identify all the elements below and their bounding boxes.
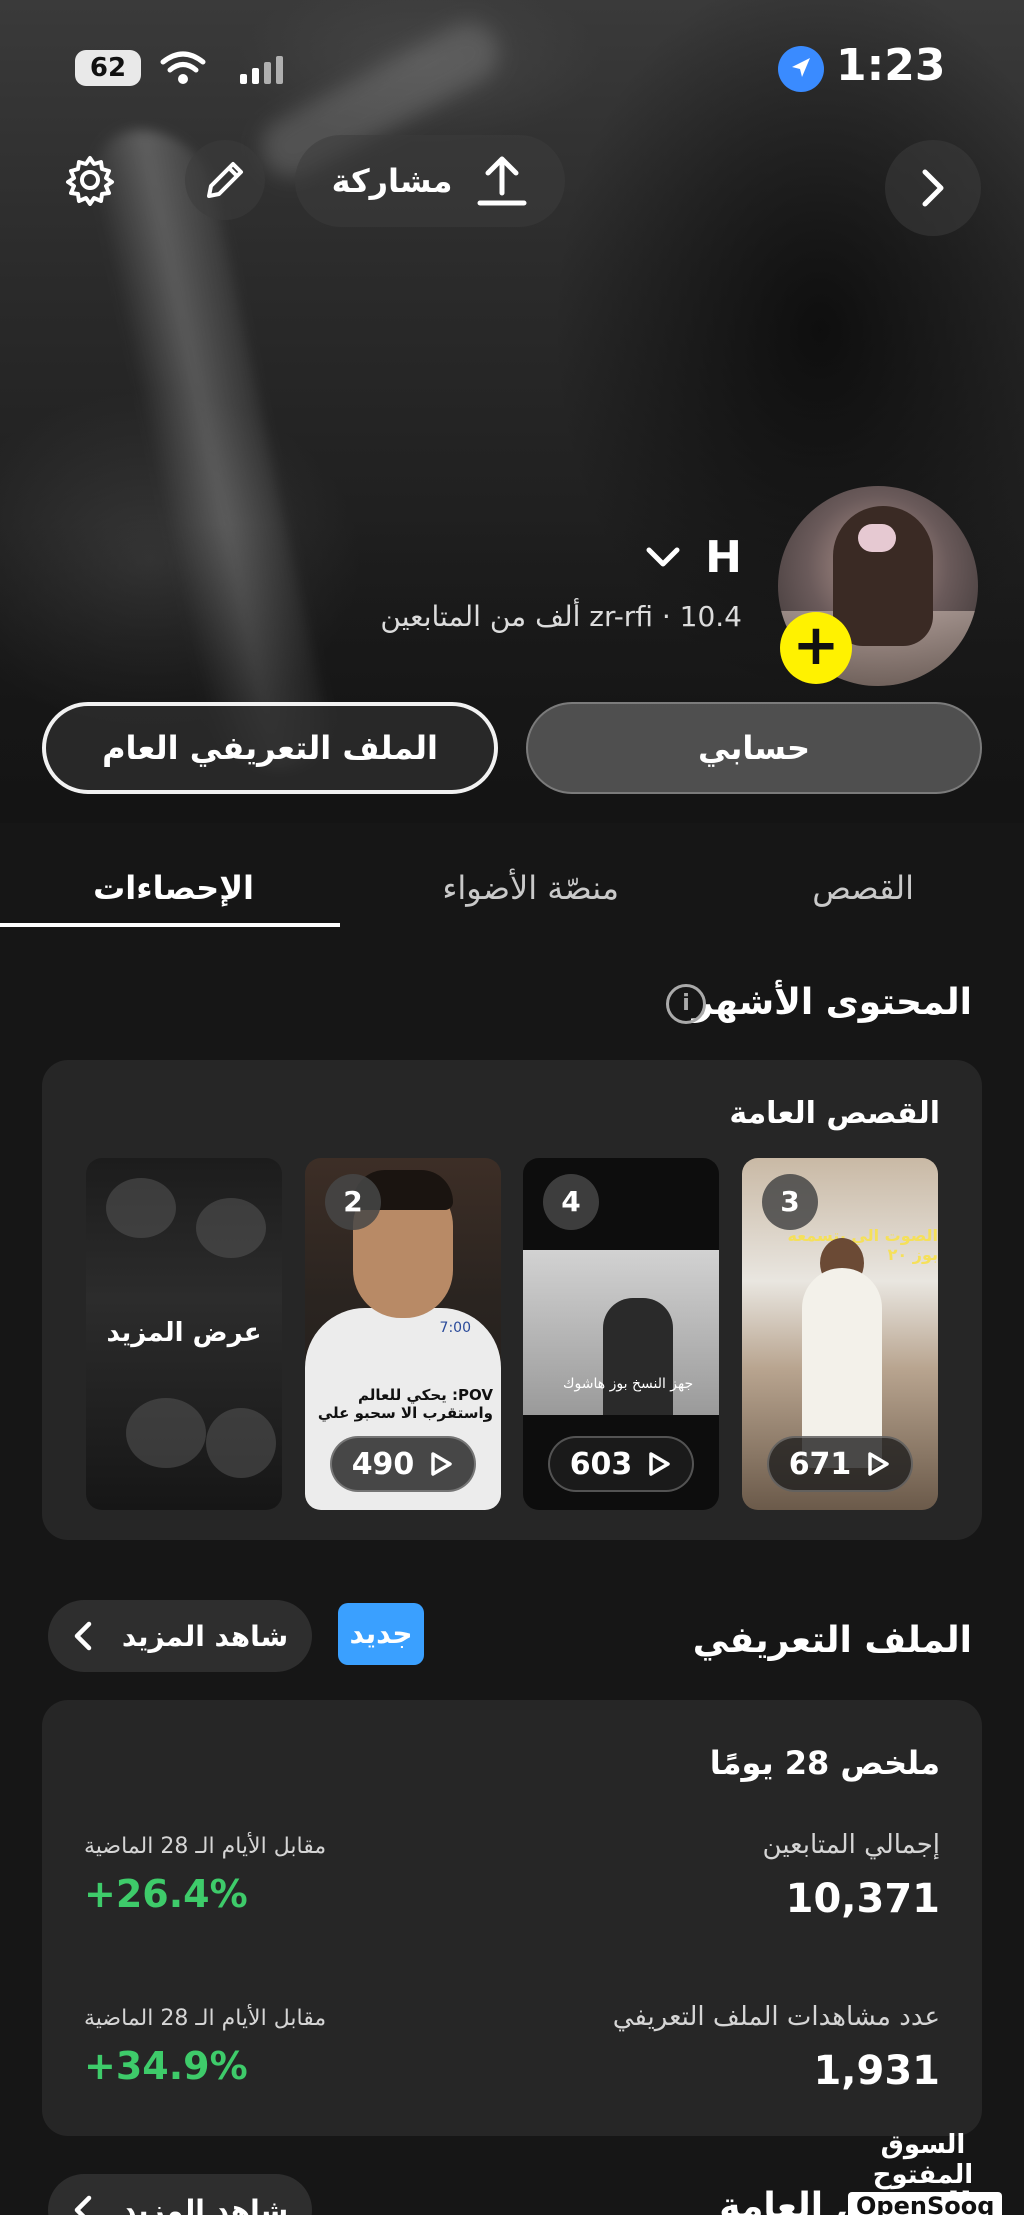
profile-name-row[interactable]: H [643, 532, 742, 583]
total-followers-label: إجمالي المتابعين [762, 1830, 940, 1860]
forward-button[interactable] [885, 140, 981, 236]
public-stories-card-title: القصص العامة [729, 1096, 940, 1131]
upload-icon [477, 156, 527, 206]
view-count: 490 [330, 1436, 476, 1492]
story-thumbnail[interactable]: 7:00 POV: يحكي للعالم واستقرب الا سحبو ع… [305, 1158, 501, 1510]
tab-insights[interactable]: الإحصاءات [93, 869, 254, 907]
wifi-icon [160, 51, 206, 84]
summary-title: ملخص 28 يومًا [709, 1744, 940, 1782]
story-thumbnail[interactable]: جهز النسخ بوز هاشوك 4 603 [523, 1158, 719, 1510]
chevron-down-icon [646, 547, 680, 566]
public-stories-see-more-button[interactable]: شاهد المزيد [48, 2174, 312, 2215]
new-badge: جديد [338, 1603, 424, 1665]
active-tab-indicator [0, 923, 340, 927]
rank-badge: 4 [543, 1174, 599, 1230]
settings-button[interactable] [50, 140, 130, 220]
profile-views-value: 1,931 [813, 2048, 940, 2094]
play-icon [649, 1452, 671, 1476]
pencil-icon [207, 162, 243, 198]
edit-button[interactable] [185, 140, 265, 220]
profile-see-more-button[interactable]: شاهد المزيد [48, 1600, 312, 1672]
profile-name: H [705, 532, 742, 583]
views-delta: +34.9% [84, 2044, 248, 2088]
chevron-left-icon [74, 2195, 92, 2215]
views-compare-label: مقابل الأيام الـ 28 الماضية [84, 2006, 327, 2031]
rank-badge: 3 [762, 1174, 818, 1230]
tab-spotlight[interactable]: منصّة الأضواء [442, 869, 619, 907]
share-label: مشاركة [331, 162, 453, 200]
location-icon [778, 46, 824, 92]
opensooq-watermark: السوق المفتوح OpenSooq [848, 2130, 1003, 2215]
profile-section-title: الملف التعريفي [692, 1620, 972, 1661]
chevron-right-icon [922, 169, 944, 207]
status-time: 1:23 [836, 40, 946, 91]
info-icon[interactable]: i [666, 984, 706, 1024]
play-icon [868, 1452, 890, 1476]
top-content-title: المحتوى الأشهر [692, 982, 972, 1023]
play-icon [431, 1452, 453, 1476]
public-profile-button[interactable]: الملف التعريفي العام [42, 702, 498, 794]
tab-stories[interactable]: القصص [812, 869, 914, 907]
followers-delta: +26.4% [84, 1872, 248, 1916]
see-more-tile[interactable]: عرض المزيد [86, 1158, 282, 1510]
battery-indicator: 62 [75, 50, 141, 86]
view-count: 603 [548, 1436, 694, 1492]
see-more-label: عرض المزيد [106, 1318, 262, 1348]
story-thumbnail[interactable]: الصوت الي يتسمعه بوز ٢٠ 3 671 [742, 1158, 938, 1510]
view-count: 671 [767, 1436, 913, 1492]
signal-icon [240, 56, 283, 84]
profile-subtitle: zr-rfi · 10.4 ألف من المتابعين [380, 600, 742, 633]
gear-icon [66, 156, 114, 206]
status-bar: 62 1:23 [0, 0, 1024, 130]
profile-views-label: عدد مشاهدات الملف التعريفي [612, 2002, 940, 2032]
share-button[interactable]: مشاركة [295, 135, 565, 227]
add-story-button[interactable]: + [780, 612, 852, 684]
my-account-button[interactable]: حسابي [526, 702, 982, 794]
total-followers-value: 10,371 [785, 1876, 940, 1922]
chevron-left-icon [74, 1621, 92, 1651]
followers-compare-label: مقابل الأيام الـ 28 الماضية [84, 1834, 327, 1859]
rank-badge: 2 [325, 1174, 381, 1230]
profile-summary-card: ملخص 28 يومًا إجمالي المتابعين 10,371 مق… [42, 1700, 982, 2136]
profile-tabs: القصص منصّة الأضواء الإحصاءات [0, 823, 1024, 933]
